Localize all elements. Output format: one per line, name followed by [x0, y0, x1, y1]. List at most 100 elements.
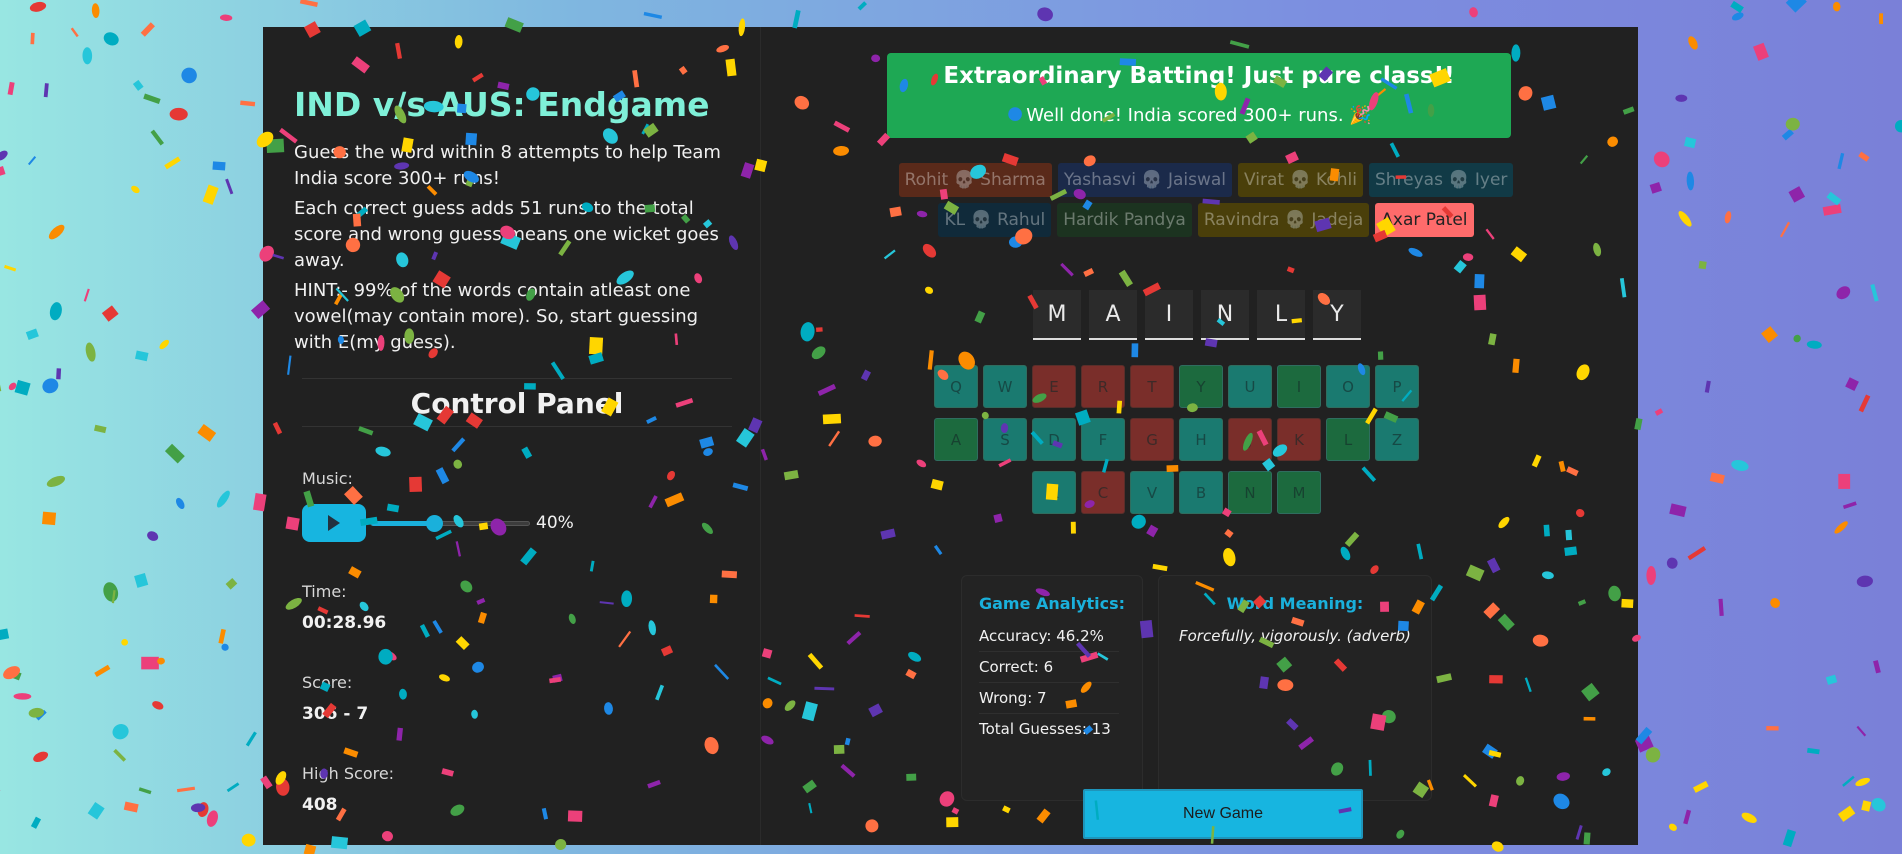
- confetti-piece: [1782, 829, 1797, 848]
- word-letter: L: [1257, 290, 1305, 340]
- game-analytics-card: Game Analytics: Accuracy: 46.2% Correct:…: [961, 575, 1143, 801]
- confetti-piece: [1870, 283, 1879, 302]
- confetti-piece: [33, 751, 49, 763]
- confetti-piece: [43, 83, 49, 98]
- confetti-piece: [87, 802, 105, 820]
- confetti-piece: [48, 224, 65, 240]
- new-game-button[interactable]: New Game: [1083, 789, 1363, 839]
- word-display: MAINLY: [1033, 290, 1369, 340]
- high-score-value: 408: [302, 795, 338, 815]
- confetti-piece: [1683, 136, 1697, 149]
- score-label: Score:: [302, 673, 353, 692]
- key-x[interactable]: X: [1032, 471, 1076, 514]
- confetti-piece: [135, 350, 149, 362]
- confetti-piece: [1780, 221, 1791, 238]
- keyboard-row: ASDFGHJKLZ: [934, 418, 1424, 461]
- confetti-piece: [1785, 0, 1807, 13]
- instructions-1: Guess the word within 8 attempts to help…: [294, 142, 721, 189]
- confetti-piece: [1858, 394, 1871, 413]
- confetti-piece: [25, 328, 39, 341]
- confetti-piece: [643, 11, 663, 19]
- key-n[interactable]: N: [1228, 471, 1272, 514]
- play-music-button[interactable]: [302, 504, 366, 542]
- key-y[interactable]: Y: [1179, 365, 1223, 408]
- word-meaning-card: Word Meaning: Forcefully, vigorously. (a…: [1158, 575, 1432, 801]
- confetti-piece: [176, 786, 196, 793]
- confetti-piece: [857, 1, 868, 11]
- confetti-piece: [1858, 151, 1870, 162]
- player-badge: Virat 💀 Kohli: [1238, 163, 1363, 197]
- confetti-piece: [1845, 377, 1859, 392]
- confetti-piece: [1668, 823, 1677, 831]
- key-z[interactable]: Z: [1375, 418, 1419, 461]
- confetti-piece: [85, 342, 96, 362]
- hint-text: HINT:- 99% of the words contain atleast …: [294, 280, 699, 353]
- confetti-piece: [1837, 152, 1845, 170]
- keyboard-row: XCVBNM: [934, 471, 1424, 514]
- confetti-piece: [42, 511, 57, 526]
- confetti-piece: [1826, 191, 1842, 206]
- confetti-piece: [299, 0, 318, 7]
- key-h[interactable]: H: [1179, 418, 1223, 461]
- volume-slider-thumb[interactable]: [426, 514, 444, 532]
- confetti-piece: [216, 490, 230, 508]
- confetti-piece: [1842, 501, 1857, 510]
- key-i[interactable]: I: [1277, 365, 1321, 408]
- key-k[interactable]: K: [1277, 418, 1321, 461]
- confetti-piece: [1806, 747, 1820, 755]
- key-e[interactable]: E: [1032, 365, 1076, 408]
- time-label: Time:: [302, 582, 347, 601]
- key-b[interactable]: B: [1179, 471, 1223, 514]
- key-l[interactable]: L: [1326, 418, 1370, 461]
- confetti-piece: [1645, 747, 1661, 763]
- confetti-piece: [792, 9, 801, 29]
- key-o[interactable]: O: [1326, 365, 1370, 408]
- confetti-piece: [1861, 800, 1872, 812]
- confetti-piece: [8, 382, 17, 391]
- confetti-piece: [141, 656, 159, 670]
- key-c[interactable]: C: [1081, 471, 1125, 514]
- key-r[interactable]: R: [1081, 365, 1125, 408]
- confetti-piece: [212, 161, 226, 171]
- confetti-piece: [1837, 805, 1856, 822]
- key-a[interactable]: A: [934, 418, 978, 461]
- player-badge: Hardik Pandya: [1057, 203, 1192, 237]
- game-board: Extraordinary Batting! Just pure class!!…: [761, 27, 1638, 845]
- confetti-piece: [56, 368, 62, 380]
- confetti-piece: [1753, 42, 1769, 61]
- confetti-piece: [225, 178, 234, 195]
- confetti-piece: [1770, 597, 1780, 608]
- player-badge: Shreyas 💀 Iyer: [1368, 163, 1514, 197]
- confetti-piece: [197, 802, 209, 817]
- key-w[interactable]: W: [983, 365, 1027, 408]
- key-s[interactable]: S: [983, 418, 1027, 461]
- correct-stat: Correct: 6: [979, 652, 1119, 683]
- key-t[interactable]: T: [1130, 365, 1174, 408]
- game-container: IND v/s AUS: Endgame Guess the word with…: [263, 27, 1638, 845]
- key-d[interactable]: D: [1032, 418, 1076, 461]
- confetti-piece: [1687, 546, 1707, 561]
- confetti-piece: [1646, 565, 1656, 585]
- key-g[interactable]: G: [1130, 418, 1174, 461]
- confetti-piece: [4, 264, 17, 272]
- key-f[interactable]: F: [1081, 418, 1125, 461]
- key-j[interactable]: J: [1228, 418, 1272, 461]
- confetti-piece: [35, 709, 47, 721]
- confetti-piece: [240, 100, 256, 107]
- volume-slider[interactable]: [370, 514, 530, 532]
- confetti-piece: [218, 628, 226, 644]
- key-m[interactable]: M: [1277, 471, 1321, 514]
- high-score-label: High Score:: [302, 764, 395, 783]
- key-q[interactable]: Q: [934, 365, 978, 408]
- confetti-piece: [49, 302, 62, 321]
- confetti-piece: [132, 79, 144, 91]
- word-letter: A: [1089, 290, 1137, 340]
- confetti-piece: [1675, 94, 1688, 102]
- confetti-piece: [3, 666, 21, 680]
- confetti-piece: [159, 339, 169, 350]
- confetti-piece: [27, 156, 37, 166]
- key-v[interactable]: V: [1130, 471, 1174, 514]
- key-p[interactable]: P: [1375, 365, 1419, 408]
- key-u[interactable]: U: [1228, 365, 1272, 408]
- confetti-piece: [169, 107, 188, 121]
